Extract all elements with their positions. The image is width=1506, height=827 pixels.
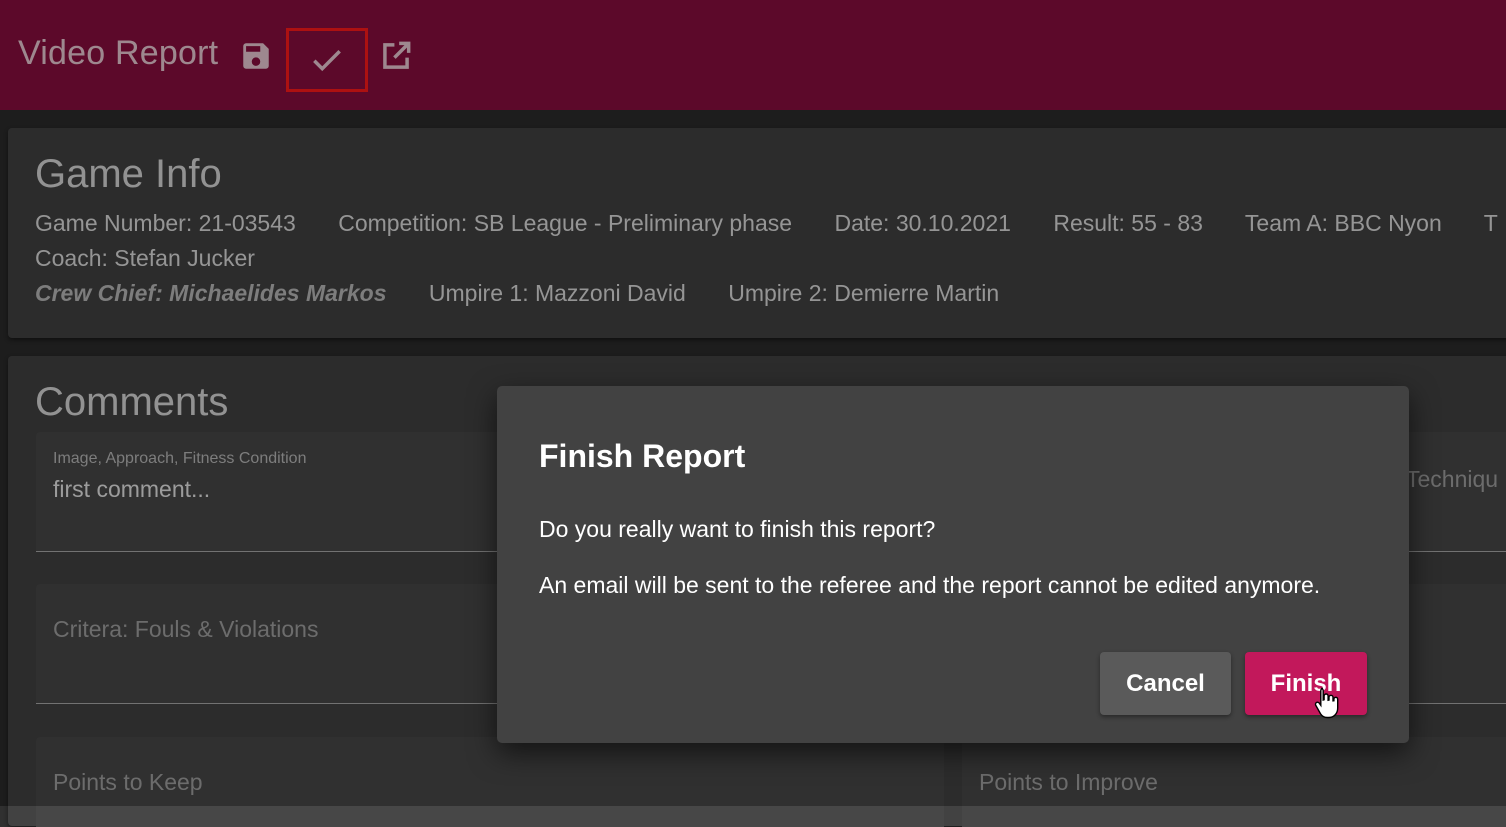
dialog-warning: An email will be sent to the referee and… xyxy=(539,572,1321,598)
hand-pointer-icon xyxy=(1314,687,1339,719)
cancel-button[interactable]: Cancel xyxy=(1100,652,1231,715)
dialog-question: Do you really want to finish this report… xyxy=(539,516,936,542)
dialog-title: Finish Report xyxy=(539,438,746,474)
finish-report-dialog: Finish Report Do you really want to fini… xyxy=(497,386,1409,743)
finish-button[interactable]: Finish xyxy=(1245,652,1367,715)
